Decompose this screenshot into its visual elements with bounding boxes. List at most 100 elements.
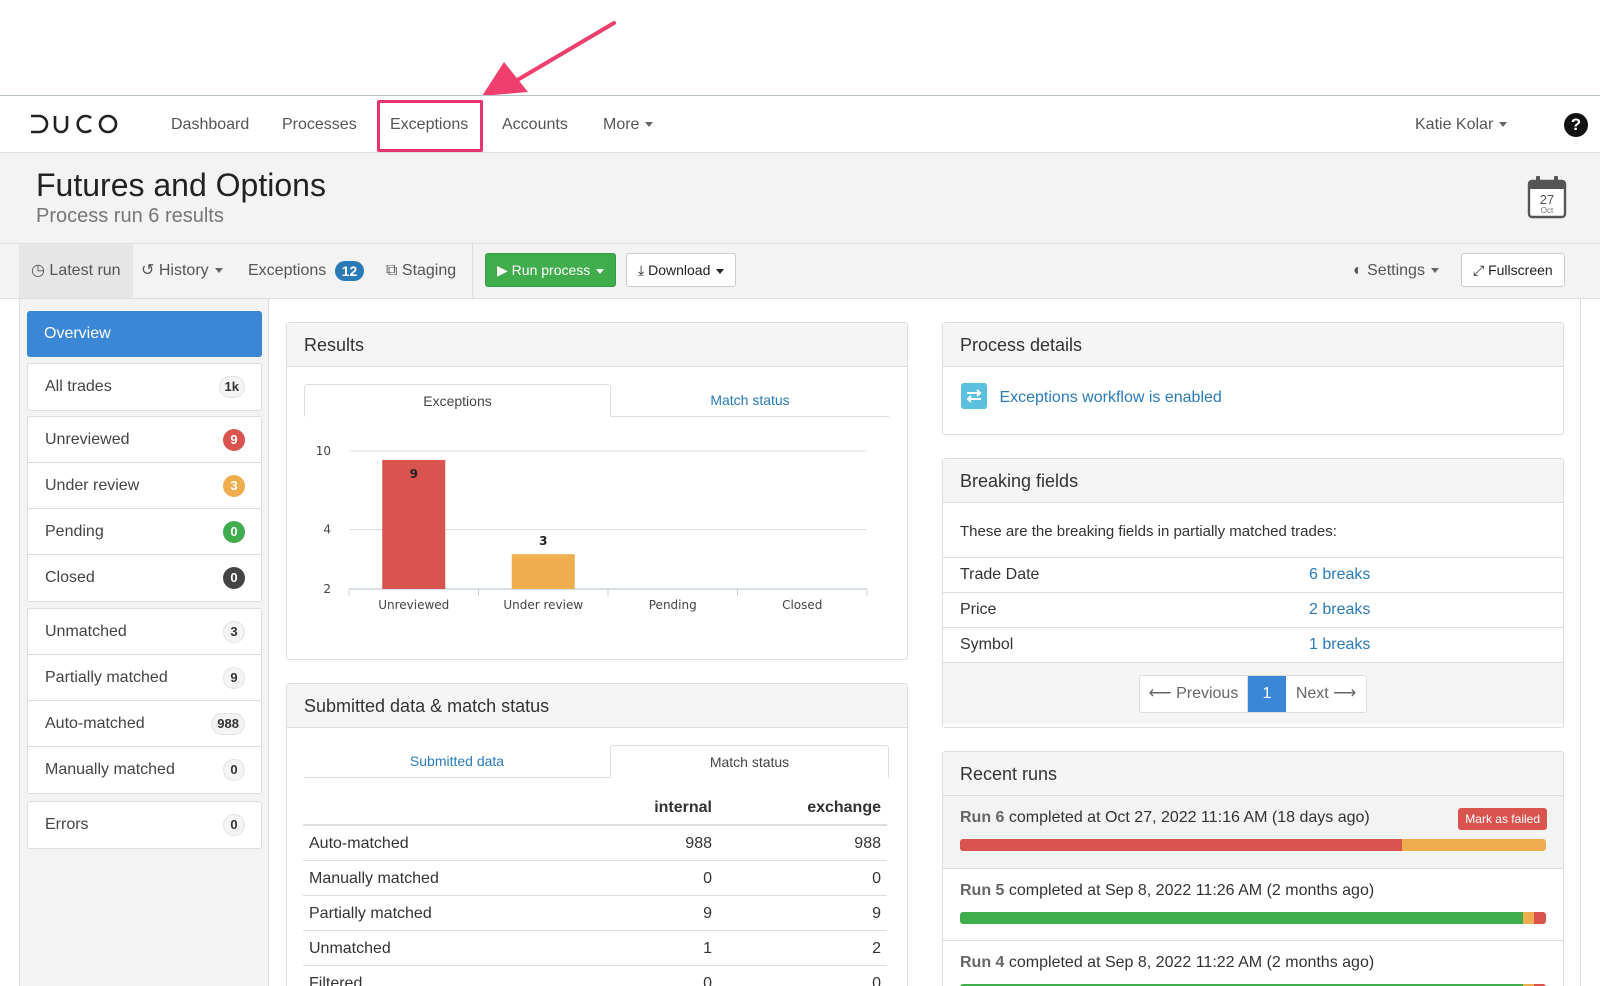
count-badge: 3 — [223, 475, 245, 497]
nav-more[interactable]: More — [603, 96, 654, 153]
tab-match-status[interactable]: Match status — [610, 745, 889, 778]
tab-staging[interactable]: ⧉ Staging — [386, 244, 456, 298]
run-item-5[interactable]: Run 5 completed at Sep 8, 2022 11:26 AM … — [943, 868, 1563, 940]
chevron-down-icon — [716, 268, 725, 274]
tab-history[interactable]: ↺ History — [141, 244, 223, 298]
count-badge: 0 — [223, 521, 245, 543]
sidebar-item-unmatched[interactable]: Unmatched 3 — [28, 609, 261, 655]
sidebar-item-errors[interactable]: Errors 0 — [28, 802, 261, 848]
table-row[interactable]: Auto-matched 988 988 — [303, 826, 887, 861]
calendar-day: 27 — [1540, 192, 1554, 207]
sidebar: Overview All trades 1k Unreviewed 9 Unde… — [19, 299, 269, 986]
breaks-link[interactable]: 2 breaks — [1309, 593, 1370, 627]
count-badge: 3 — [223, 621, 245, 643]
page-subtitle: Process run 6 results — [36, 205, 224, 227]
calendar-icon[interactable]: 27 Oct — [1527, 175, 1567, 219]
tab-latest-run[interactable]: ◷ Latest run — [19, 244, 133, 298]
nav-accounts[interactable]: Accounts — [502, 96, 568, 153]
fullscreen-button[interactable]: ⤢ Fullscreen — [1461, 253, 1565, 287]
submitted-data-panel: Submitted data & match status Submitted … — [286, 683, 908, 986]
tab-exceptions-chart[interactable]: Exceptions — [304, 384, 611, 417]
sidebar-item-pending[interactable]: Pending 0 — [28, 509, 261, 555]
expand-icon: ⤢ — [1473, 262, 1485, 278]
download-button[interactable]: ⤓ Download — [626, 253, 737, 287]
tab-exceptions[interactable]: Exceptions 12 — [248, 244, 365, 298]
column-header-internal: internal — [654, 799, 712, 816]
count-badge: 1k — [218, 376, 245, 398]
annotation-arrow — [482, 21, 616, 96]
staging-label: Staging — [401, 262, 457, 279]
count-badge: 0 — [223, 759, 245, 781]
play-icon: ▶ — [497, 262, 508, 278]
data-label: 3 — [539, 534, 547, 548]
breaks-link[interactable]: 6 breaks — [1309, 558, 1370, 592]
sidebar-item-partially-matched[interactable]: Partially matched 9 — [28, 655, 261, 701]
match-status-table: internal exchange Auto-matched 988 988 M… — [303, 790, 887, 986]
help-icon[interactable]: ? — [1564, 113, 1588, 137]
sidebar-item-label: Partially matched — [45, 669, 168, 686]
sidebar-item-label: Unmatched — [45, 623, 127, 640]
pagination-bar: ⟵ Previous 1 Next ⟶ — [943, 662, 1563, 724]
internal-value: 1 — [703, 940, 712, 957]
run-item-4[interactable]: Run 4 completed at Sep 8, 2022 11:22 AM … — [943, 940, 1563, 986]
settings-menu[interactable]: ◐ Settings — [1353, 244, 1439, 298]
chevron-down-icon — [596, 268, 605, 274]
sidebar-item-under-review[interactable]: Under review 3 — [28, 463, 261, 509]
breaking-fields-description: These are the breaking fields in partial… — [960, 523, 1337, 540]
breaking-fields-table: Trade Date 6 breaks Price 2 breaks Symbo… — [943, 557, 1563, 662]
nav-processes[interactable]: Processes — [282, 96, 357, 153]
progress-segment — [960, 912, 1523, 924]
x-tick-label: Under review — [503, 598, 583, 612]
sidebar-item-all-trades[interactable]: All trades 1k — [28, 364, 261, 410]
sidebar-item-label: Auto-matched — [45, 715, 145, 732]
sidebar-item-unreviewed[interactable]: Unreviewed 9 — [28, 417, 261, 463]
top-navbar: Dashboard Processes Exceptions Accounts … — [0, 95, 1600, 153]
process-details-panel: Process details Exceptions workflow is e… — [942, 322, 1564, 435]
sidebar-all-group: All trades 1k — [27, 363, 262, 411]
workflow-link[interactable]: Exceptions workflow is enabled — [999, 389, 1221, 406]
sidebar-match-group: Unmatched 3 Partially matched 9 Auto-mat… — [27, 608, 262, 794]
run-summary: Run 4 completed at Sep 8, 2022 11:22 AM … — [960, 954, 1374, 972]
next-page-button[interactable]: Next ⟶ — [1286, 676, 1366, 712]
toggle-icon: ◐ — [1353, 262, 1363, 279]
run-process-label: Run process — [511, 262, 591, 278]
sidebar-item-manually-matched[interactable]: Manually matched 0 — [28, 747, 261, 793]
field-name: Symbol — [960, 636, 1014, 653]
run-process-button[interactable]: ▶ Run process — [485, 253, 617, 287]
fullscreen-label: Fullscreen — [1488, 262, 1553, 278]
sidebar-item-label: Manually matched — [45, 761, 175, 778]
mark-as-failed-button[interactable]: Mark as failed — [1458, 808, 1547, 830]
tab-submitted-data[interactable]: Submitted data — [304, 745, 610, 778]
sidebar-item-label: All trades — [45, 378, 112, 395]
sidebar-item-closed[interactable]: Closed 0 — [28, 555, 261, 601]
table-row[interactable]: Manually matched 0 0 — [303, 861, 887, 896]
download-icon: ⤓ — [638, 262, 645, 278]
table-header-row: internal exchange — [303, 790, 887, 826]
run-progress-bar — [960, 912, 1546, 924]
page-1-button[interactable]: 1 — [1248, 676, 1286, 712]
x-tick-label: Closed — [782, 598, 822, 612]
run-number: Run 4 — [960, 954, 1005, 971]
sidebar-item-overview[interactable]: Overview — [27, 311, 262, 357]
table-row[interactable]: Unmatched 1 2 — [303, 931, 887, 966]
run-number: Run 6 — [960, 809, 1005, 826]
sidebar-item-auto-matched[interactable]: Auto-matched 988 — [28, 701, 261, 747]
row-label: Partially matched — [309, 905, 432, 922]
breaks-link[interactable]: 1 breaks — [1309, 628, 1370, 662]
duco-logo[interactable] — [29, 112, 119, 136]
previous-page-button[interactable]: ⟵ Previous — [1140, 676, 1248, 712]
nav-dashboard[interactable]: Dashboard — [171, 96, 249, 153]
calendar-month: Oct — [1541, 206, 1554, 215]
chevron-down-icon — [214, 268, 223, 274]
run-item-6[interactable]: Run 6 completed at Oct 27, 2022 11:16 AM… — [943, 796, 1563, 868]
sidebar-item-label: Errors — [45, 816, 89, 833]
workflow-status[interactable]: Exceptions workflow is enabled — [961, 383, 1222, 411]
user-menu[interactable]: Katie Kolar — [1415, 96, 1508, 153]
table-row[interactable]: Filtered 0 0 — [303, 966, 887, 986]
run-completed-text: completed at Sep 8, 2022 11:26 AM (2 mon… — [1008, 882, 1375, 899]
tab-match-status-chart[interactable]: Match status — [611, 384, 889, 417]
table-row[interactable]: Partially matched 9 9 — [303, 896, 887, 931]
chevron-down-icon — [1430, 268, 1439, 274]
internal-value: 0 — [703, 870, 712, 887]
nav-exceptions[interactable]: Exceptions — [390, 96, 468, 153]
